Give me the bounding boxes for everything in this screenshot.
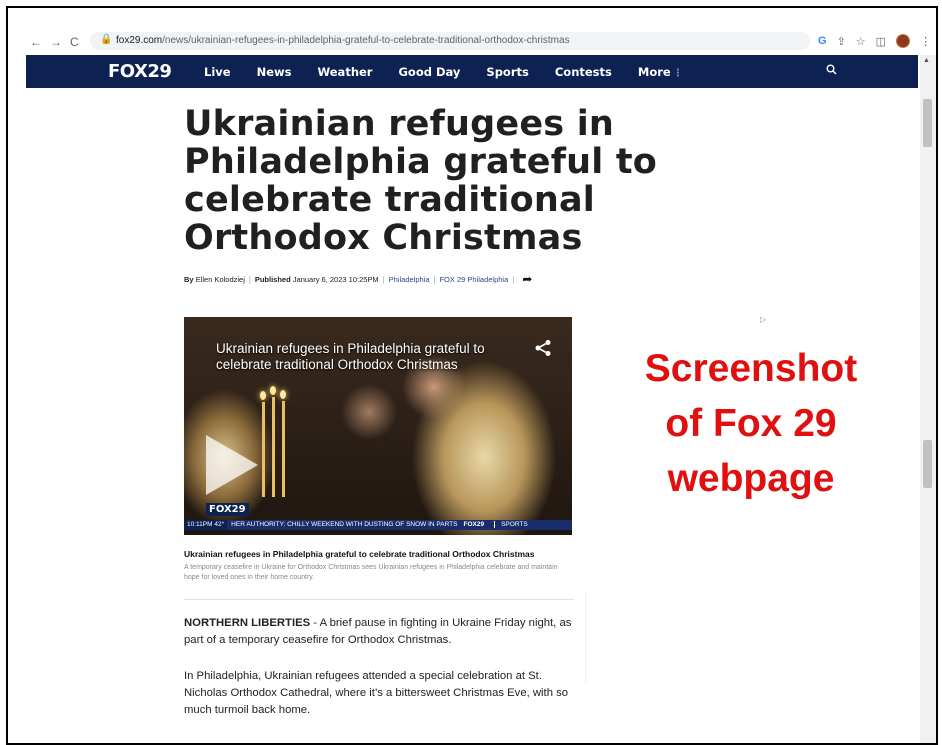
scroll-up-arrow-icon[interactable]: ▲ <box>923 57 930 64</box>
byline-published-label: Published <box>254 274 291 284</box>
url-path: /news/ukrainian-refugees-in-philadelphia… <box>162 35 570 46</box>
byline-separator: | <box>433 274 436 284</box>
video-channel-logo: FOX29 <box>206 503 249 516</box>
page-scrollbar[interactable]: ▲ <box>920 55 936 743</box>
side-panel-icon[interactable]: ◫ <box>876 35 886 48</box>
address-bar[interactable]: 🔒 fox29.com/news/ukrainian-refugees-in-p… <box>90 32 810 50</box>
article-paragraph: NORTHERN LIBERTIES - A brief pause in fi… <box>184 615 579 649</box>
paragraph-text: In Philadelphia, Ukrainian refugees atte… <box>184 670 569 716</box>
nav-more[interactable]: More ⋮ <box>638 65 683 79</box>
byline-separator: | <box>248 274 251 284</box>
share-page-icon[interactable]: ⇪ <box>837 35 846 48</box>
video-caption-title: Ukrainian refugees in Philadelphia grate… <box>184 549 535 559</box>
candle-flame <box>270 386 276 395</box>
browser-menu-icon[interactable]: ⋮ <box>920 35 931 48</box>
video-title: Ukrainian refugees in Philadelphia grate… <box>216 341 485 372</box>
candle-flame <box>260 391 266 400</box>
ticker-time: 10:11PM 42° <box>184 520 228 530</box>
browser-toolbar: ← → C 🔒 fox29.com/news/ukrainian-refugee… <box>8 8 936 50</box>
ticker-logo: FOX29 <box>463 521 485 528</box>
browser-actions: G ⇪ ☆ ◫ ⋮ <box>818 32 931 50</box>
byline-location-link[interactable]: Philadelphia <box>389 275 430 284</box>
video-player[interactable]: Ukrainian refugees in Philadelphia grate… <box>184 317 572 535</box>
byline-separator: | <box>512 274 515 284</box>
play-icon[interactable] <box>206 435 258 495</box>
nav-sports[interactable]: Sports <box>486 65 528 79</box>
nav-good-day[interactable]: Good Day <box>398 65 460 79</box>
candle-shape <box>262 402 265 497</box>
scrollbar-thumb[interactable] <box>923 99 932 147</box>
candle-shape <box>272 397 275 497</box>
forward-arrow-icon[interactable]: → <box>50 34 62 50</box>
google-translate-icon[interactable]: G <box>818 35 827 47</box>
article-headline: Ukrainian refugees in Philadelphia grate… <box>184 104 658 258</box>
byline-source-link[interactable]: FOX 29 Philadelphia <box>439 275 508 284</box>
article-paragraph: In Philadelphia, Ukrainian refugees atte… <box>184 668 579 719</box>
video-caption-description: A temporary ceasefire in Ukraine for Ort… <box>184 564 558 581</box>
ad-choices-icon[interactable]: ▷ <box>760 315 766 324</box>
scrollbar-thumb-secondary[interactable] <box>923 440 932 488</box>
annotation-line-2: of Fox 29 <box>665 402 837 445</box>
candle-shape <box>282 401 285 497</box>
byline-author[interactable]: Ellen Kolodziej <box>196 275 245 284</box>
article-byline: By Ellen Kolodziej | Published January 6… <box>184 272 532 286</box>
nav-more-label: More <box>637 64 671 79</box>
url-text: fox29.com/news/ukrainian-refugees-in-phi… <box>116 35 570 46</box>
share-arrow-icon[interactable]: ➦ <box>522 272 532 286</box>
profile-avatar[interactable] <box>896 34 911 48</box>
bookmark-star-icon[interactable]: ☆ <box>856 35 866 48</box>
nav-weather[interactable]: Weather <box>317 65 372 79</box>
fox29-logo[interactable]: FOX29 <box>108 61 172 82</box>
nav-news[interactable]: News <box>257 65 292 79</box>
ticker-text: HER AUTHORITY: CHILLY WEEKEND WITH DUSTI… <box>231 521 458 528</box>
nav-live[interactable]: Live <box>204 65 231 79</box>
back-arrow-icon[interactable]: ← <box>30 34 42 50</box>
ticker-section: SPORTS <box>494 521 528 528</box>
lock-icon: 🔒 <box>100 34 113 45</box>
nav-links: Live News Weather Good Day Sports Contes… <box>204 55 709 88</box>
video-share-icon[interactable] <box>534 339 552 362</box>
byline-separator: | <box>382 274 385 284</box>
screenshot-frame: ← → C 🔒 fox29.com/news/ukrainian-refugee… <box>6 6 938 745</box>
divider <box>184 599 574 600</box>
byline-date: January 6, 2023 10:25PM <box>292 274 379 284</box>
site-navigation: FOX29 Live News Weather Good Day Sports … <box>26 55 918 88</box>
byline-by-label: By <box>184 274 194 284</box>
reload-icon[interactable]: C <box>70 34 79 50</box>
more-dots-icon: ⋮ <box>672 67 683 79</box>
annotation-line-3: webpage <box>667 457 835 500</box>
column-divider <box>585 593 586 683</box>
paragraph-dateline: NORTHERN LIBERTIES <box>184 617 311 629</box>
url-domain: fox29.com <box>116 35 163 46</box>
nav-contests[interactable]: Contests <box>555 65 612 79</box>
candle-flame <box>280 390 286 399</box>
news-ticker: 10:11PM 42° HER AUTHORITY: CHILLY WEEKEND… <box>184 520 572 530</box>
screenshot-annotation: Screenshot of Fox 29 webpage <box>596 341 906 506</box>
search-icon[interactable] <box>826 64 837 78</box>
annotation-line-1: Screenshot <box>644 347 858 390</box>
